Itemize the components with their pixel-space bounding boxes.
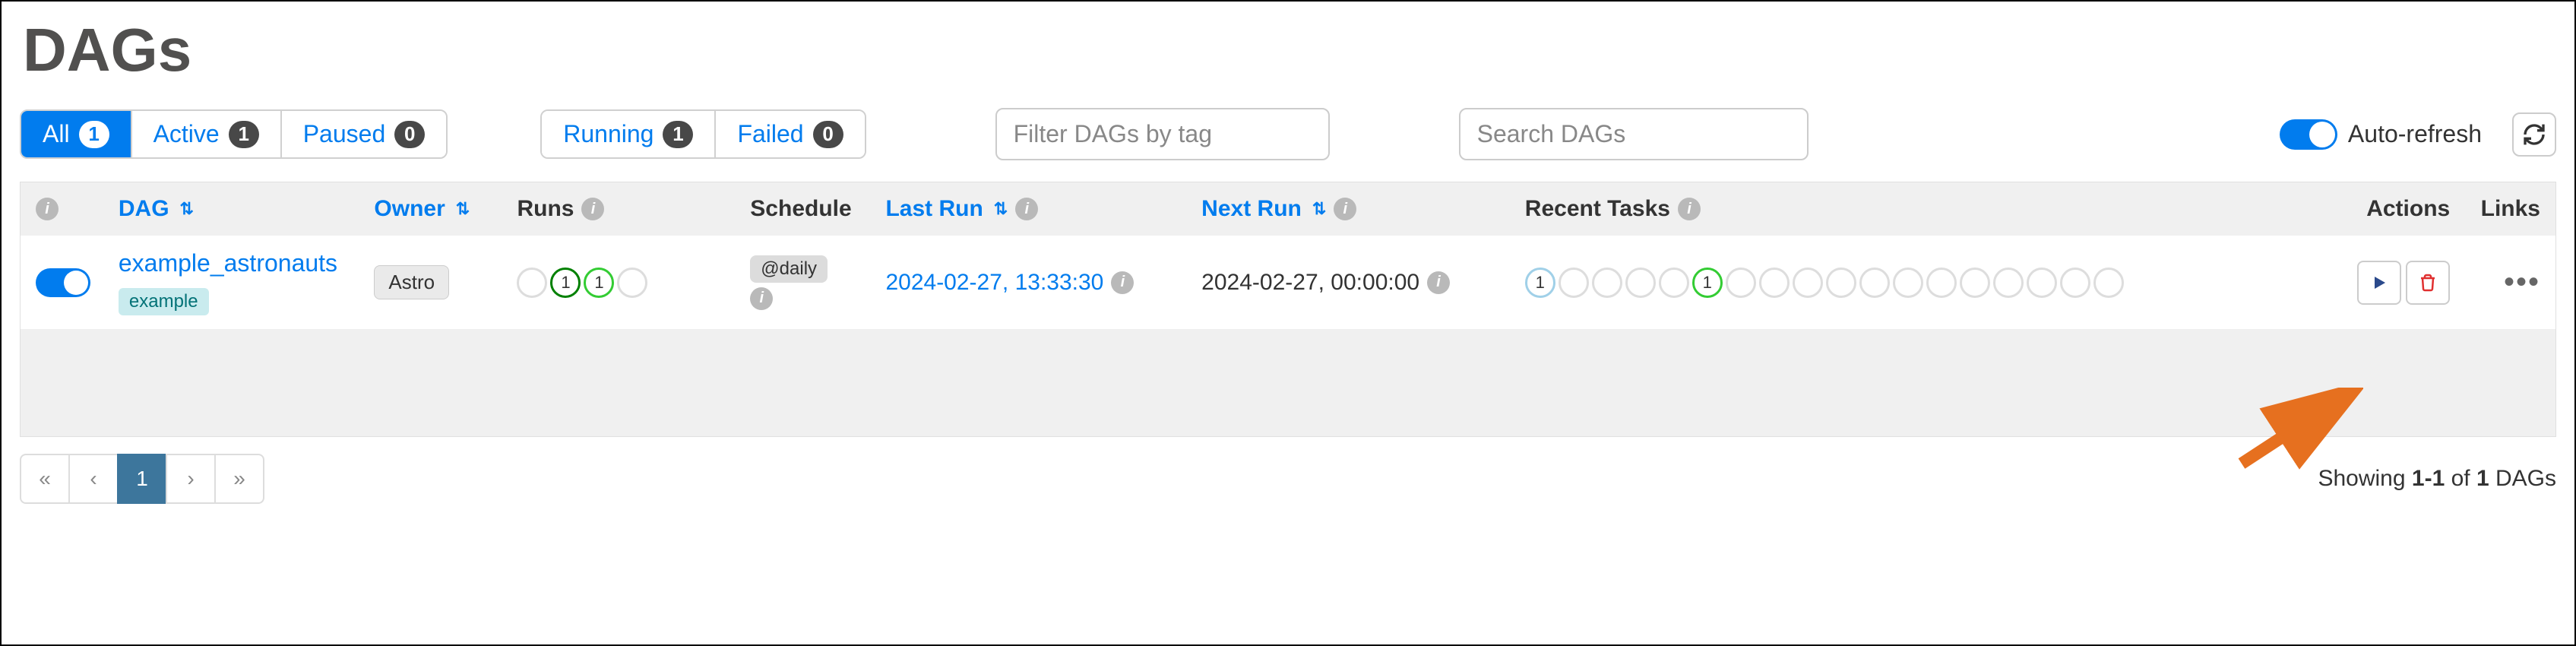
page-last-button[interactable]: » bbox=[214, 454, 264, 504]
run-status-circle[interactable] bbox=[517, 268, 547, 298]
filter-paused-button[interactable]: Paused 0 bbox=[282, 111, 447, 157]
filter-all-label: All bbox=[43, 120, 70, 148]
column-actions: Actions bbox=[2322, 196, 2450, 222]
filter-tags-input[interactable] bbox=[995, 108, 1330, 160]
run-status-circle[interactable]: 1 bbox=[550, 268, 581, 298]
next-run-value: 2024-02-27, 00:00:00 bbox=[1201, 270, 1419, 296]
more-links-button[interactable]: ••• bbox=[2504, 265, 2540, 299]
table-footer: « ‹ 1 › » Showing 1-1 of 1 DAGs bbox=[20, 437, 2556, 504]
task-status-circle[interactable] bbox=[1592, 268, 1622, 298]
toolbar: All 1 Active 1 Paused 0 Running 1 Failed… bbox=[20, 108, 2556, 160]
filter-failed-count: 0 bbox=[813, 121, 843, 148]
filter-failed-button[interactable]: Failed 0 bbox=[716, 111, 864, 157]
info-icon[interactable]: i bbox=[1334, 198, 1356, 220]
page-number-button[interactable]: 1 bbox=[117, 454, 167, 504]
column-next-run[interactable]: Next Run ⇅ i bbox=[1201, 196, 1525, 222]
task-status-circle[interactable] bbox=[1726, 268, 1756, 298]
owner-pill[interactable]: Astro bbox=[374, 265, 449, 299]
dag-name-link[interactable]: example_astronauts bbox=[119, 249, 337, 277]
run-status-circle[interactable]: 1 bbox=[584, 268, 614, 298]
info-icon[interactable]: i bbox=[750, 287, 773, 310]
auto-refresh-control: Auto-refresh bbox=[2280, 119, 2482, 150]
task-status-circle[interactable] bbox=[2093, 268, 2124, 298]
run-status-circle[interactable] bbox=[617, 268, 647, 298]
task-status-circle[interactable] bbox=[1993, 268, 2024, 298]
filter-running-label: Running bbox=[563, 120, 653, 148]
sort-icon: ⇅ bbox=[180, 202, 194, 216]
auto-refresh-label: Auto-refresh bbox=[2348, 120, 2482, 148]
info-icon[interactable]: i bbox=[581, 198, 604, 220]
status-filter-group: All 1 Active 1 Paused 0 bbox=[20, 109, 448, 159]
info-icon[interactable]: i bbox=[36, 198, 59, 220]
refresh-icon bbox=[2522, 122, 2546, 147]
last-run-value[interactable]: 2024-02-27, 13:33:30 bbox=[885, 270, 1103, 296]
task-status-circle[interactable] bbox=[1826, 268, 1856, 298]
page-title: DAGs bbox=[20, 15, 2556, 85]
column-dag[interactable]: DAG ⇅ bbox=[119, 196, 375, 222]
task-status-circle[interactable] bbox=[1559, 268, 1589, 298]
sort-icon: ⇅ bbox=[1312, 202, 1326, 216]
sort-icon: ⇅ bbox=[994, 202, 1008, 216]
task-status-circle[interactable]: 1 bbox=[1525, 268, 1555, 298]
search-dags-input[interactable] bbox=[1459, 108, 1809, 160]
filter-active-count: 1 bbox=[229, 121, 259, 148]
column-owner[interactable]: Owner ⇅ bbox=[374, 196, 517, 222]
task-status-circle[interactable] bbox=[1960, 268, 1990, 298]
run-filter-group: Running 1 Failed 0 bbox=[540, 109, 866, 159]
filter-paused-count: 0 bbox=[394, 121, 425, 148]
filter-all-button[interactable]: All 1 bbox=[21, 111, 132, 157]
info-icon[interactable]: i bbox=[1678, 198, 1701, 220]
table-header: i DAG ⇅ Owner ⇅ Runs i Schedule Last Run… bbox=[21, 182, 2555, 236]
play-icon bbox=[2370, 274, 2388, 292]
column-recent-tasks: Recent Tasks i bbox=[1525, 196, 2322, 222]
task-status-circle[interactable] bbox=[1859, 268, 1890, 298]
task-status-circle[interactable] bbox=[1659, 268, 1689, 298]
table-row: example_astronauts example Astro 1 1 @ bbox=[21, 236, 2555, 330]
task-status-circle[interactable]: 1 bbox=[1692, 268, 1723, 298]
filter-paused-label: Paused bbox=[303, 120, 386, 148]
task-status-circle[interactable] bbox=[1793, 268, 1823, 298]
dag-tag[interactable]: example bbox=[119, 288, 209, 315]
column-links: Links bbox=[2450, 196, 2540, 222]
dags-table: i DAG ⇅ Owner ⇅ Runs i Schedule Last Run… bbox=[20, 182, 2556, 437]
filter-all-count: 1 bbox=[79, 121, 109, 148]
info-icon[interactable]: i bbox=[1427, 271, 1450, 294]
task-status-circle[interactable] bbox=[1759, 268, 1790, 298]
recent-tasks-circles: 1 1 bbox=[1525, 268, 2124, 298]
refresh-button[interactable] bbox=[2512, 112, 2556, 157]
delete-dag-button[interactable] bbox=[2406, 261, 2450, 305]
column-schedule: Schedule bbox=[750, 196, 885, 222]
schedule-pill[interactable]: @daily bbox=[750, 255, 828, 283]
filter-running-button[interactable]: Running 1 bbox=[542, 111, 716, 157]
trash-icon bbox=[2419, 272, 2437, 293]
page-prev-button[interactable]: ‹ bbox=[68, 454, 119, 504]
dag-enable-toggle[interactable] bbox=[36, 268, 90, 297]
runs-circles: 1 1 bbox=[517, 268, 647, 298]
sort-icon: ⇅ bbox=[456, 202, 470, 216]
task-status-circle[interactable] bbox=[1926, 268, 1957, 298]
task-status-circle[interactable] bbox=[2060, 268, 2090, 298]
filter-running-count: 1 bbox=[663, 121, 693, 148]
showing-text: Showing 1-1 of 1 DAGs bbox=[2318, 466, 2556, 492]
trigger-dag-button[interactable] bbox=[2357, 261, 2401, 305]
column-runs: Runs i bbox=[517, 196, 750, 222]
pagination: « ‹ 1 › » bbox=[20, 454, 263, 504]
task-status-circle[interactable] bbox=[1893, 268, 1923, 298]
auto-refresh-toggle[interactable] bbox=[2280, 119, 2337, 150]
info-icon[interactable]: i bbox=[1015, 198, 1038, 220]
page-first-button[interactable]: « bbox=[20, 454, 70, 504]
task-status-circle[interactable] bbox=[1625, 268, 1656, 298]
info-icon[interactable]: i bbox=[1111, 271, 1134, 294]
column-last-run[interactable]: Last Run ⇅ i bbox=[885, 196, 1201, 222]
filter-active-button[interactable]: Active 1 bbox=[132, 111, 282, 157]
filter-active-label: Active bbox=[153, 120, 220, 148]
filter-failed-label: Failed bbox=[737, 120, 803, 148]
task-status-circle[interactable] bbox=[2027, 268, 2057, 298]
page-next-button[interactable]: › bbox=[166, 454, 216, 504]
